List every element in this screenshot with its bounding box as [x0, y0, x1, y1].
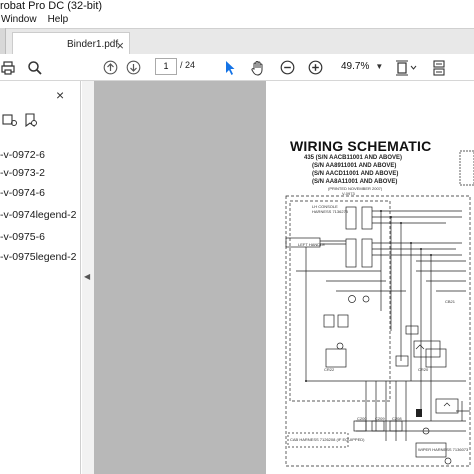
collapse-arrow-icon[interactable]: ◀ — [84, 272, 90, 281]
tab-close-icon[interactable]: × — [116, 38, 124, 53]
tab-scroll-left[interactable] — [0, 28, 6, 54]
zoom-value: 49.7% — [341, 61, 370, 72]
tab-binder1[interactable]: Binder1.pdf × — [12, 32, 130, 55]
bookmark-options-icon[interactable] — [2, 113, 18, 132]
chevron-down-icon: ▼ — [375, 62, 384, 71]
toolbar — [0, 54, 474, 81]
menu-window[interactable]: Window — [1, 14, 37, 28]
page-number-input[interactable]: 1 — [155, 58, 177, 75]
tab-bar: Binder1.pdf × — [0, 28, 474, 55]
bookmarks-panel: × -v-0972-6 -v-0973-2 -v-0974-6 -v-0974l… — [0, 81, 81, 474]
bookmark-item[interactable]: -v-0973-2 — [0, 167, 45, 179]
hand-tool-icon[interactable] — [249, 58, 267, 77]
bookmark-item[interactable]: -v-0975legend-2 — [0, 251, 76, 263]
next-page-icon[interactable] — [124, 58, 142, 77]
bookmark-item[interactable]: -v-0975-6 — [0, 231, 45, 243]
bookmark-item[interactable]: -v-0972-6 — [0, 149, 45, 161]
select-cursor-icon[interactable] — [222, 58, 238, 77]
page-count: / 24 — [180, 60, 196, 70]
bookmark-item[interactable]: -v-0974-6 — [0, 187, 45, 199]
menu-bar: Window Help — [0, 14, 474, 28]
zoom-out-icon[interactable] — [278, 58, 296, 77]
new-bookmark-icon[interactable] — [24, 113, 38, 132]
tab-label: Binder1.pdf — [67, 38, 119, 50]
bookmark-item[interactable]: -v-0974legend-2 — [0, 209, 76, 221]
print-icon[interactable] — [0, 58, 16, 77]
search-icon[interactable] — [26, 58, 44, 77]
window-title: robat Pro DC (32-bit) — [0, 0, 474, 14]
menu-help[interactable]: Help — [48, 14, 69, 28]
zoom-in-icon[interactable] — [306, 58, 324, 77]
zoom-dropdown[interactable]: 49.7% ▼ — [333, 58, 385, 75]
close-icon[interactable]: × — [56, 87, 64, 103]
page-fit-icon[interactable] — [394, 58, 418, 77]
wiring-schematic-drawing — [285, 150, 474, 467]
scroll-mode-icon[interactable] — [430, 58, 448, 77]
previous-page-icon[interactable] — [101, 58, 119, 77]
